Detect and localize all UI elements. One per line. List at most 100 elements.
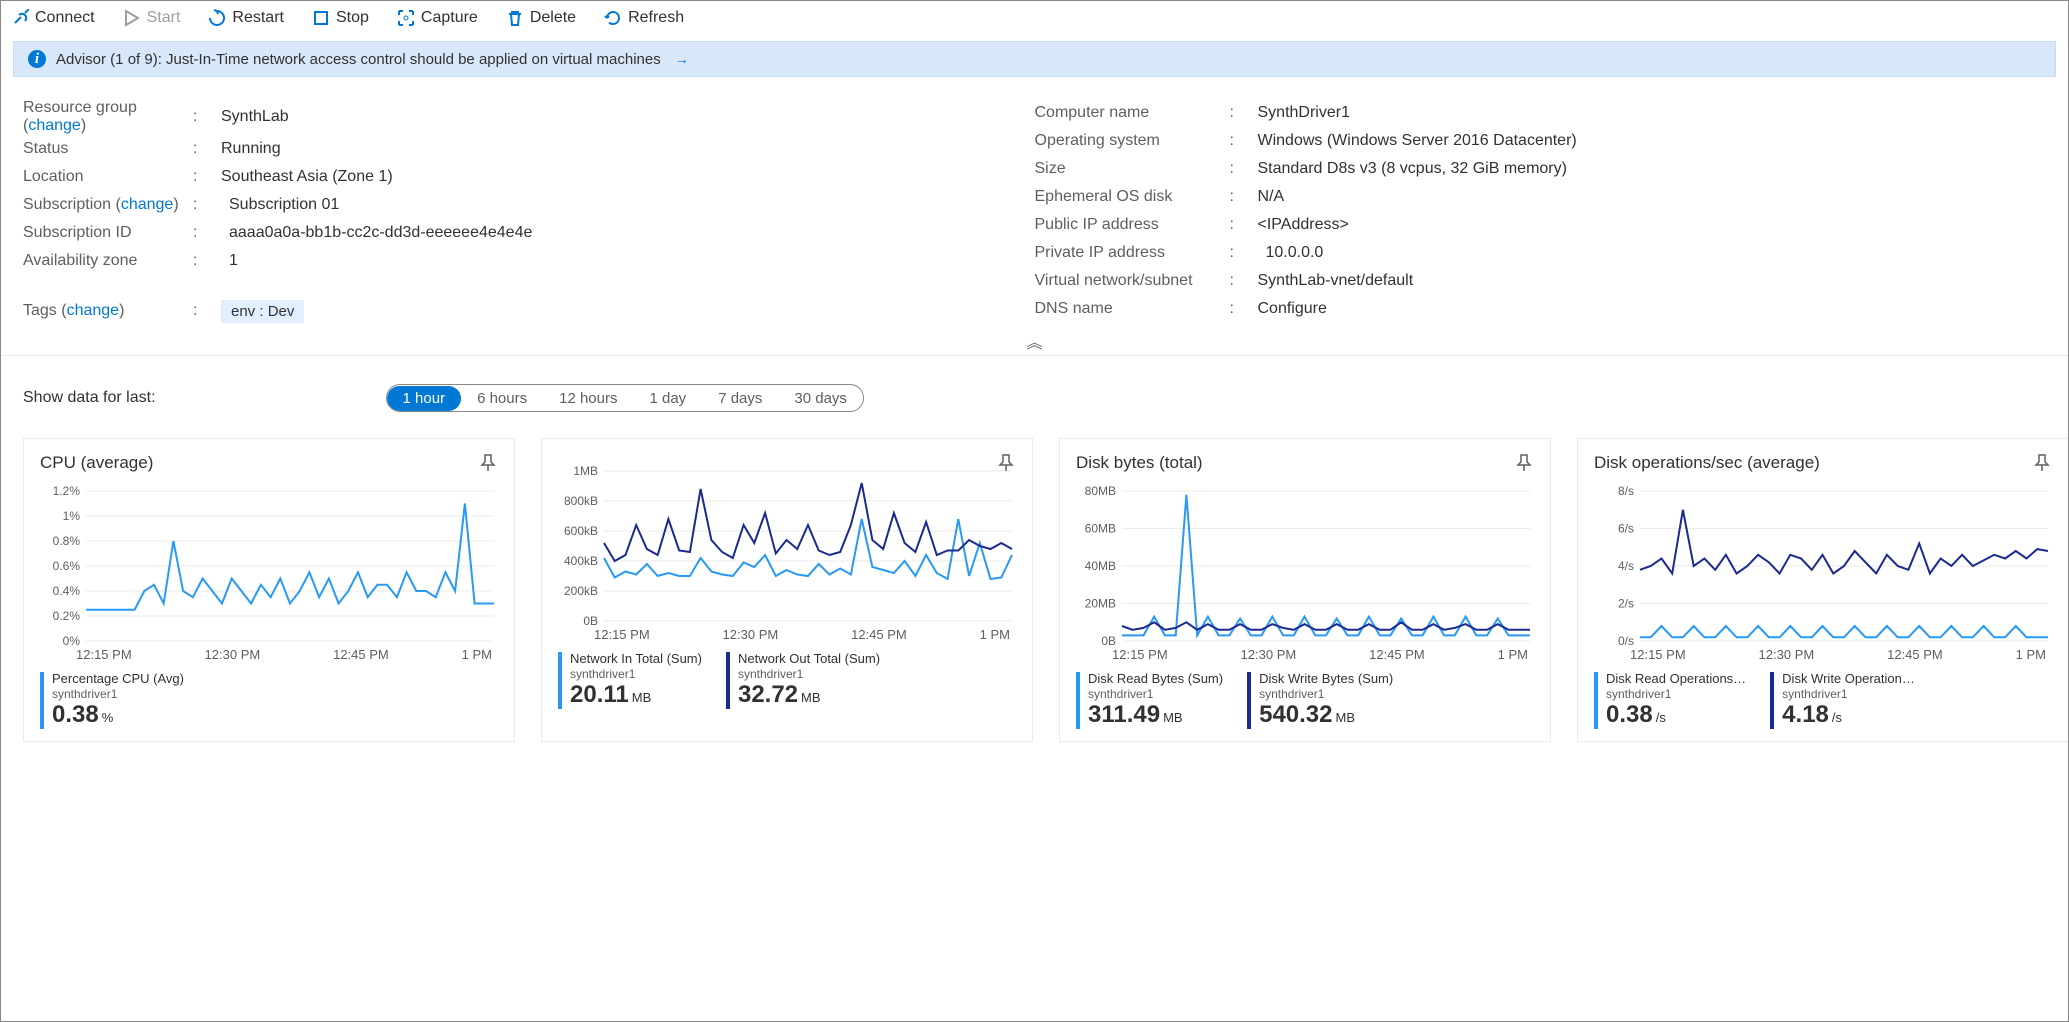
computer-name-label: Computer name <box>1035 104 1230 122</box>
subscription-label: Subscription (change) <box>23 196 193 214</box>
svg-text:0B: 0B <box>583 614 598 625</box>
chart-legend: Disk Read Bytes (Sum)synthdriver1311.49M… <box>1076 672 1534 729</box>
resource-group-label: Resource group (change) <box>23 99 193 135</box>
svg-text:20MB: 20MB <box>1085 597 1116 611</box>
timerange-pillbar: 1 hour6 hours12 hours1 day7 days30 days <box>386 384 864 412</box>
capture-icon <box>397 9 415 27</box>
svg-text:0.2%: 0.2% <box>53 609 81 623</box>
stop-icon <box>312 9 330 27</box>
advisor-text: Advisor (1 of 9): Just-In-Time network a… <box>56 51 661 68</box>
pin-icon[interactable] <box>2032 453 2052 476</box>
tags-change[interactable]: change <box>67 302 120 319</box>
start-button: Start <box>123 9 181 27</box>
delete-label: Delete <box>530 9 576 27</box>
refresh-icon <box>604 9 622 27</box>
vnet-value[interactable]: SynthLab-vnet/default <box>1258 272 1414 290</box>
svg-text:0B: 0B <box>1101 634 1116 645</box>
resource-group-value[interactable]: SynthLab <box>221 108 289 126</box>
tags-label: Tags (change) <box>23 302 193 320</box>
essentials-right: Computer name:SynthDriver1 Operating sys… <box>1035 99 2047 325</box>
size-label: Size <box>1035 160 1230 178</box>
svg-text:0%: 0% <box>63 634 81 645</box>
svg-text:2/s: 2/s <box>1618 597 1634 611</box>
chart-plot: 0B 20MB 40MB 60MB 80MB <box>1076 485 1534 645</box>
pin-icon[interactable] <box>996 453 1016 476</box>
subscription-change[interactable]: change <box>121 196 174 213</box>
chart-xticks: 12:15 PM12:30 PM12:45 PM1 PM <box>40 645 498 662</box>
chart-xticks: 12:15 PM12:30 PM12:45 PM1 PM <box>558 625 1016 642</box>
collapse-essentials[interactable]: ︽ <box>1 325 2068 355</box>
location-value: Southeast Asia (Zone 1) <box>221 168 393 186</box>
legend-item: Disk Write Bytes (Sum)synthdriver1540.32… <box>1247 672 1393 729</box>
connect-button[interactable]: Connect <box>11 9 95 27</box>
capture-button[interactable]: Capture <box>397 9 478 27</box>
chart-plot: 0%0.2%0.4%0.6%0.8%1%1.2% <box>40 485 498 645</box>
svg-text:0.4%: 0.4% <box>53 584 81 598</box>
dns-value[interactable]: Configure <box>1258 300 1327 318</box>
svg-text:800kB: 800kB <box>564 494 598 508</box>
resource-group-change[interactable]: change <box>28 117 81 134</box>
connect-icon <box>11 9 29 27</box>
essentials: Resource group (change) : SynthLab Statu… <box>1 81 2068 325</box>
timerange-option[interactable]: 12 hours <box>543 386 633 411</box>
start-label: Start <box>147 9 181 27</box>
eph-value: N/A <box>1258 188 1285 206</box>
svg-text:60MB: 60MB <box>1085 522 1116 536</box>
svg-text:80MB: 80MB <box>1085 485 1116 498</box>
chart-card-diskbytes: Disk bytes (total) 0B 20MB 40MB 60MB 80MB 12:1… <box>1059 438 1551 742</box>
timerange-option[interactable]: 1 day <box>633 386 702 411</box>
computer-name-value: SynthDriver1 <box>1258 104 1350 122</box>
status-label: Status <box>23 140 193 158</box>
chart-legend: Network In Total (Sum)synthdriver120.11M… <box>558 652 1016 709</box>
svg-text:40MB: 40MB <box>1085 559 1116 573</box>
refresh-label: Refresh <box>628 9 684 27</box>
timerange-label: Show data for last: <box>23 389 156 407</box>
chart-title: Disk bytes (total) <box>1076 453 1534 473</box>
legend-item: Disk Write Operation…synthdriver14.18/s <box>1770 672 1915 729</box>
availability-zone-value: 1 <box>221 252 238 270</box>
privip-label: Private IP address <box>1035 244 1230 262</box>
legend-item: Disk Read Bytes (Sum)synthdriver1311.49M… <box>1076 672 1223 729</box>
timerange-option[interactable]: 7 days <box>702 386 778 411</box>
chart-xticks: 12:15 PM12:30 PM12:45 PM1 PM <box>1594 645 2052 662</box>
subscription-id-value: aaaa0a0a-bb1b-cc2c-dd3d-eeeeee4e4e4e <box>221 224 532 242</box>
timerange-option[interactable]: 30 days <box>778 386 863 411</box>
chart-card-network: 0B200kB400kB600kB800kB1MB12:15 PM12:30 P… <box>541 438 1033 742</box>
svg-text:4/s: 4/s <box>1618 559 1634 573</box>
subscription-value: Subscription 01 <box>221 196 339 214</box>
svg-text:1.2%: 1.2% <box>53 485 81 498</box>
eph-label: Ephemeral OS disk <box>1035 188 1230 206</box>
metrics-section: Show data for last: 1 hour6 hours12 hour… <box>1 355 2068 742</box>
advisor-banner[interactable]: i Advisor (1 of 9): Just-In-Time network… <box>13 41 2056 77</box>
delete-button[interactable]: Delete <box>506 9 576 27</box>
svg-text:1MB: 1MB <box>573 465 598 478</box>
chart-legend: Percentage CPU (Avg)synthdriver10.38% <box>40 672 498 729</box>
svg-text:0.8%: 0.8% <box>53 534 81 548</box>
legend-item: Network In Total (Sum)synthdriver120.11M… <box>558 652 702 709</box>
location-label: Location <box>23 168 193 186</box>
restart-label: Restart <box>232 9 284 27</box>
chart-card-cpu: CPU (average)0%0.2%0.4%0.6%0.8%1%1.2%12:… <box>23 438 515 742</box>
restart-icon <box>208 9 226 27</box>
toolbar: Connect Start Restart Stop Capture Delet… <box>1 1 2068 35</box>
size-value: Standard D8s v3 (8 vcpus, 32 GiB memory) <box>1258 160 1567 178</box>
arrow-right-icon: → <box>675 51 689 67</box>
tag-pill[interactable]: env : Dev <box>221 300 304 323</box>
chart-xticks: 12:15 PM12:30 PM12:45 PM1 PM <box>1076 645 1534 662</box>
refresh-button[interactable]: Refresh <box>604 9 684 27</box>
legend-item: Percentage CPU (Avg)synthdriver10.38% <box>40 672 184 729</box>
timerange-option[interactable]: 1 hour <box>387 386 462 411</box>
pin-icon[interactable] <box>1514 453 1534 476</box>
svg-text:0/s: 0/s <box>1618 634 1634 645</box>
timerange-option[interactable]: 6 hours <box>461 386 543 411</box>
stop-label: Stop <box>336 9 369 27</box>
connect-label: Connect <box>35 9 95 27</box>
stop-button[interactable]: Stop <box>312 9 369 27</box>
svg-text:1%: 1% <box>63 509 81 523</box>
legend-item: Disk Read Operations…synthdriver10.38/s <box>1594 672 1746 729</box>
pin-icon[interactable] <box>478 453 498 476</box>
chart-plot: 0B200kB400kB600kB800kB1MB <box>558 465 1016 625</box>
restart-button[interactable]: Restart <box>208 9 284 27</box>
subscription-id-label: Subscription ID <box>23 224 193 242</box>
pubip-value[interactable]: <IPAddress> <box>1258 216 1349 234</box>
